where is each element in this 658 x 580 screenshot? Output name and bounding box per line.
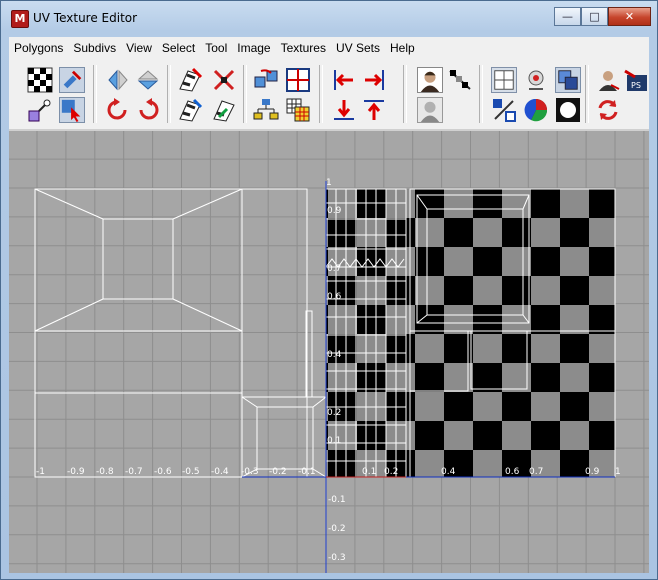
- u-label: 0.7: [529, 467, 543, 477]
- menu-textures[interactable]: Textures: [276, 41, 331, 55]
- menu-polygons[interactable]: Polygons: [9, 41, 68, 55]
- menu-bar: Polygons Subdivs View Select Tool Image …: [9, 37, 649, 59]
- v-label: 1: [326, 178, 332, 188]
- u-label: -0.7: [125, 467, 143, 477]
- window-controls: — □ ✕: [554, 7, 651, 26]
- align-bottom-icon[interactable]: [331, 97, 357, 123]
- v-label: 0.6: [327, 292, 342, 302]
- v-label: -0.1: [328, 495, 346, 505]
- svg-text:PS: PS: [631, 81, 641, 90]
- flip-v-icon[interactable]: [135, 67, 161, 93]
- uv-texture-editor-window: M UV Texture Editor — □ ✕ Polygons Subdi…: [0, 0, 658, 580]
- toolbar-separator: [479, 65, 483, 123]
- shade-uv-icon[interactable]: [555, 67, 581, 93]
- alpha-channel-icon[interactable]: [555, 97, 581, 123]
- u-label: -0.4: [211, 467, 229, 477]
- toggle-grid-icon[interactable]: [491, 67, 517, 93]
- sew-uv-icon[interactable]: [177, 97, 203, 123]
- align-left-icon[interactable]: [331, 67, 357, 93]
- toolbar-separator: [319, 65, 323, 123]
- u-label: 0.9: [585, 467, 600, 477]
- rotate-ccw-icon[interactable]: [105, 97, 131, 123]
- v-label: -0.3: [328, 553, 346, 563]
- user-icon[interactable]: [595, 67, 621, 93]
- dim-image-icon[interactable]: [447, 67, 473, 93]
- maximize-button[interactable]: □: [581, 7, 608, 26]
- uv-grid-layout-icon[interactable]: [285, 97, 311, 123]
- checker-display-icon[interactable]: [27, 67, 53, 93]
- separate-uv-icon[interactable]: [211, 67, 237, 93]
- title-bar[interactable]: M UV Texture Editor — □ ✕: [1, 1, 657, 37]
- pixel-snap-icon[interactable]: [523, 67, 549, 93]
- v-label: 0.7: [327, 264, 341, 274]
- v-label: -0.2: [328, 524, 346, 534]
- image-ghost-icon[interactable]: [417, 97, 443, 123]
- u-label: 0.1: [362, 467, 376, 477]
- uv-viewport[interactable]: -1 -0.9 -0.8 -0.7 -0.6 -0.5 -0.4 -0.3 -0…: [9, 131, 649, 573]
- grab-uv-icon[interactable]: [59, 67, 85, 93]
- unfold-uv-icon[interactable]: [211, 97, 237, 123]
- u-label: -0.2: [269, 467, 287, 477]
- uv-texel-icon[interactable]: [491, 97, 517, 123]
- toolbar-separator: [403, 65, 407, 123]
- rgb-channels-icon[interactable]: [523, 97, 549, 123]
- image-display-icon[interactable]: [417, 67, 443, 93]
- layout-uv-icon[interactable]: [285, 67, 311, 93]
- u-label: 0.4: [441, 467, 456, 477]
- u-label: -0.3: [241, 467, 259, 477]
- uv-canvas[interactable]: -1 -0.9 -0.8 -0.7 -0.6 -0.5 -0.4 -0.3 -0…: [9, 131, 649, 573]
- toolbar: PS: [9, 59, 649, 130]
- align-right-icon[interactable]: [361, 67, 387, 93]
- menu-help[interactable]: Help: [385, 41, 420, 55]
- menu-subdivs[interactable]: Subdivs: [68, 41, 121, 55]
- menu-uv-sets[interactable]: UV Sets: [331, 41, 385, 55]
- u-label: 0.6: [505, 467, 520, 477]
- v-label: 0.2: [327, 408, 341, 418]
- u-label: 1: [615, 467, 621, 477]
- uv-hierarchy-icon[interactable]: [253, 97, 279, 123]
- u-label: 0.2: [384, 467, 398, 477]
- menu-view[interactable]: View: [121, 41, 157, 55]
- toolbar-separator: [243, 65, 247, 123]
- u-label: -0.6: [154, 467, 172, 477]
- cut-uv-icon[interactable]: [177, 67, 203, 93]
- menu-image[interactable]: Image: [232, 41, 275, 55]
- flip-u-icon[interactable]: [105, 67, 131, 93]
- u-label: -1: [36, 467, 45, 477]
- toolbar-separator: [93, 65, 97, 123]
- photoshop-icon[interactable]: PS: [623, 67, 649, 93]
- move-sew-icon[interactable]: [253, 67, 279, 93]
- uv-lattice-icon[interactable]: [27, 97, 53, 123]
- menu-select[interactable]: Select: [157, 41, 200, 55]
- toolbar-separator: [585, 65, 589, 123]
- u-label: -0.8: [96, 467, 114, 477]
- uv-shell[interactable]: [102, 218, 174, 300]
- select-uv-icon[interactable]: [59, 97, 85, 123]
- v-label: 0.9: [327, 206, 342, 216]
- close-button[interactable]: ✕: [608, 7, 651, 26]
- v-label: 0.1: [327, 436, 341, 446]
- maya-icon[interactable]: M: [11, 10, 29, 28]
- minimize-button[interactable]: —: [554, 7, 581, 26]
- toolbar-separator: [167, 65, 171, 123]
- v-label: 0.4: [327, 350, 342, 360]
- window-title: UV Texture Editor: [33, 11, 138, 25]
- u-label: -0.5: [182, 467, 200, 477]
- refresh-icon[interactable]: [595, 97, 621, 123]
- u-label: -0.9: [67, 467, 85, 477]
- rotate-cw-icon[interactable]: [135, 97, 161, 123]
- u-label: -0.1: [298, 467, 316, 477]
- menu-tool[interactable]: Tool: [200, 41, 232, 55]
- align-top-icon[interactable]: [361, 97, 387, 123]
